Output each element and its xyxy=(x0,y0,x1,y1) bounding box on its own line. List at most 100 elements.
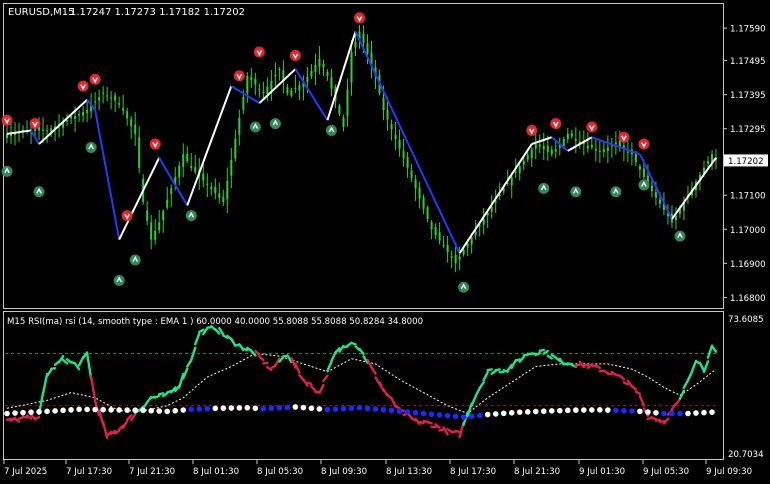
rsi-down-segment xyxy=(17,416,25,420)
trend-dot-bear xyxy=(468,413,475,420)
candle-body xyxy=(190,165,193,168)
price-tick-label: 1.17000 xyxy=(730,226,766,236)
trend-dot-bull xyxy=(60,407,66,414)
candle-body xyxy=(338,105,341,115)
symbol-label: EURUSD,M15 xyxy=(8,7,74,18)
candle-body xyxy=(606,147,609,151)
candle-body xyxy=(206,183,209,185)
trend-dot-bear xyxy=(348,405,355,412)
candle-body xyxy=(66,120,69,122)
candle-body xyxy=(426,207,429,220)
trend-dot-bull xyxy=(548,408,555,414)
trend-dot-bull xyxy=(500,410,507,417)
trend-dot-bull xyxy=(532,408,539,415)
time-tick-label: 9 Jul 09:30 xyxy=(706,467,752,477)
trend-dot-bull xyxy=(148,407,155,414)
time-tick-label: 7 Jul 2025 xyxy=(4,467,47,477)
candle-body xyxy=(42,129,45,131)
candle-body xyxy=(234,138,237,159)
candle-body xyxy=(286,87,289,93)
candle-body xyxy=(146,210,149,221)
candle-body xyxy=(530,149,533,158)
trend-dot-bull xyxy=(220,405,227,411)
candle-body xyxy=(226,181,229,200)
candle-body xyxy=(602,149,605,153)
trend-dot-bear xyxy=(188,406,195,413)
trend-dot-bull xyxy=(212,405,219,412)
candle-body xyxy=(634,153,637,162)
trend-dot-bull xyxy=(52,408,58,414)
candle-body xyxy=(238,117,241,135)
indicator-label: M15 RSI(ma) rsi (14, smooth type : EMA 1… xyxy=(7,317,423,327)
trend-dot-bear xyxy=(364,405,371,412)
rsi-down-segment xyxy=(658,419,666,424)
candle-body xyxy=(162,211,165,221)
trend-dot-bull xyxy=(693,410,699,416)
candle-body xyxy=(150,222,153,240)
candle-body xyxy=(534,144,537,149)
candle-body xyxy=(258,88,261,90)
candle-body xyxy=(158,222,161,231)
price-tick-label: 1.17590 xyxy=(730,25,766,35)
time-tick-label: 9 Jul 05:30 xyxy=(643,467,689,477)
candle-body xyxy=(466,243,469,248)
candle-body xyxy=(438,232,441,241)
candle-body xyxy=(398,139,401,149)
trend-dot-bear xyxy=(613,407,619,414)
candle-body xyxy=(322,63,325,68)
candle-body xyxy=(314,64,317,72)
candle-body xyxy=(278,69,281,71)
candle-body xyxy=(562,138,565,147)
time-tick-label: 8 Jul 17:30 xyxy=(450,467,496,477)
candle-body xyxy=(318,58,321,67)
trend-dot-bull xyxy=(228,405,235,411)
trend-dot-bull xyxy=(92,406,98,413)
rsi-down-segment xyxy=(418,420,425,425)
trend-dot-bull xyxy=(108,407,114,413)
trend-dot-bull xyxy=(84,406,90,413)
trend-dot-bull xyxy=(156,408,163,414)
candle-body xyxy=(614,142,617,145)
candle-body xyxy=(78,114,81,116)
candle-body xyxy=(218,193,221,198)
trend-dot-bull xyxy=(540,408,547,415)
trend-dot-bear xyxy=(412,409,419,416)
candle-body xyxy=(310,70,313,77)
trend-dot-bull xyxy=(140,407,146,414)
candle-body xyxy=(590,144,593,148)
candle-body xyxy=(406,157,409,168)
candle-body xyxy=(654,192,657,198)
candle-body xyxy=(550,149,553,155)
candle-body xyxy=(242,96,245,110)
candle-body xyxy=(126,111,129,119)
trend-dot-bull xyxy=(292,404,299,410)
trend-dot-bull xyxy=(28,409,34,415)
trend-dot-bull xyxy=(589,407,595,413)
rsi-down-segment xyxy=(21,415,29,419)
trend-dot-bull xyxy=(36,408,42,415)
trend-dot-bull xyxy=(4,410,10,417)
candle-body xyxy=(546,145,549,152)
trend-dot-bear xyxy=(677,410,683,417)
candle-body xyxy=(154,231,157,241)
candle-body xyxy=(382,97,385,110)
candle-body xyxy=(442,245,445,247)
candle-body xyxy=(106,95,109,97)
trend-dot-bear xyxy=(621,407,627,414)
candle-body xyxy=(346,89,349,116)
price-tick-label: 1.17495 xyxy=(730,57,766,67)
candle-body xyxy=(178,165,181,178)
rsi-max-label: 73.6085 xyxy=(728,315,764,325)
time-tick-label: 8 Jul 01:30 xyxy=(193,467,239,477)
candle-body xyxy=(518,166,521,174)
candle-body xyxy=(194,167,197,173)
trend-dot-bear xyxy=(428,411,435,418)
mt4-chart-window: 1.17590 1.17495 1.17395 1.17295 1.17100 1.170… xyxy=(0,0,770,484)
candle-body xyxy=(166,199,169,208)
candle-body xyxy=(446,244,449,253)
time-tick-label: 8 Jul 05:30 xyxy=(257,467,303,477)
candle-body xyxy=(298,85,301,91)
candle-body xyxy=(222,196,225,203)
price-tick-label: 1.16800 xyxy=(730,294,766,304)
candle-body xyxy=(554,149,557,152)
